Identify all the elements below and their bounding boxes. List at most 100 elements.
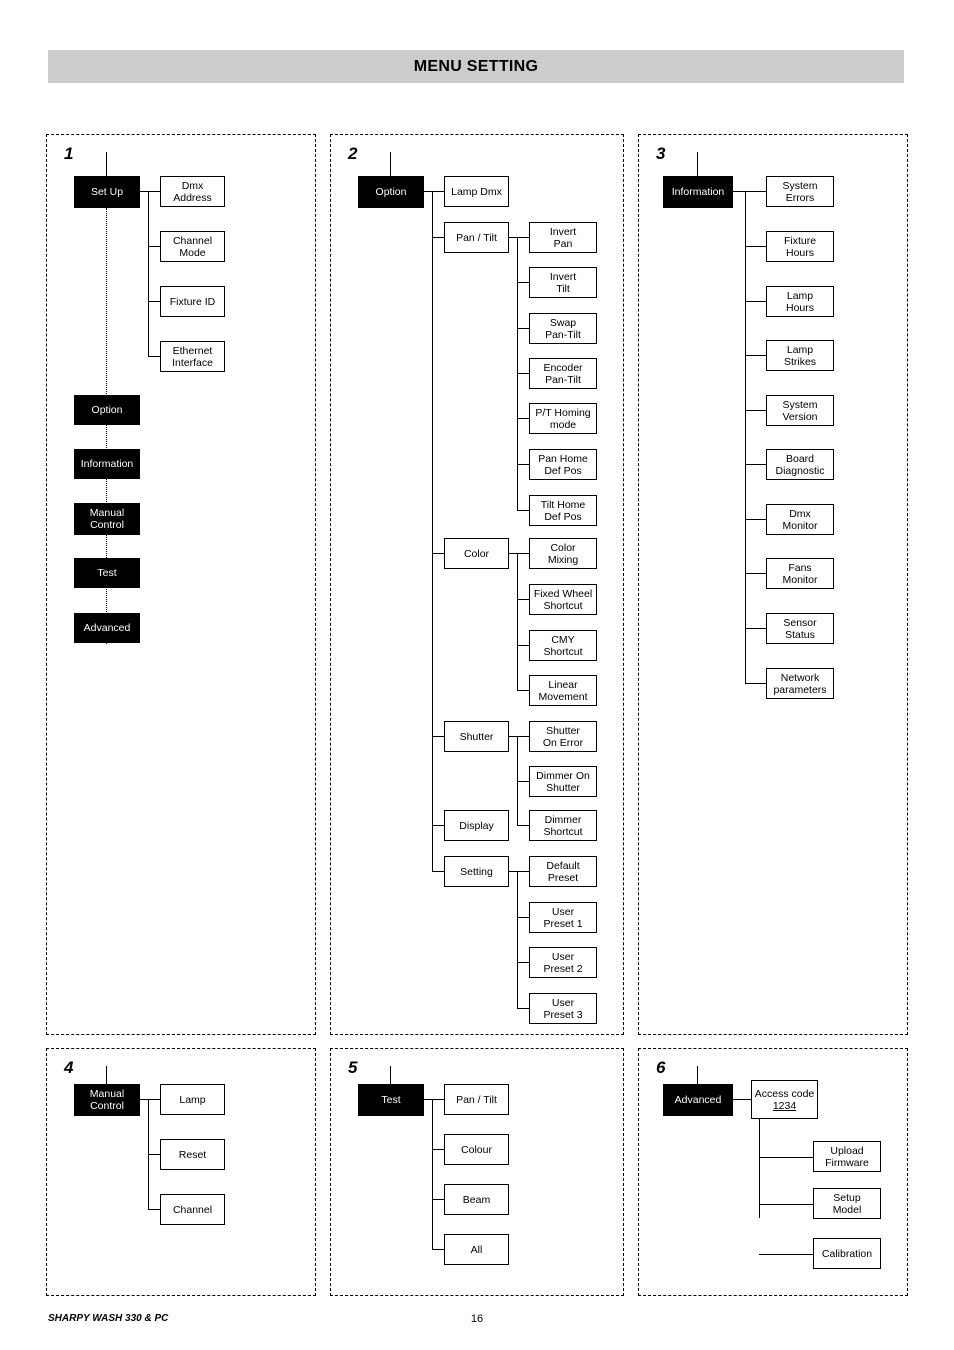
node-manual-control-root[interactable]: Manual Control <box>74 1084 140 1116</box>
node-channel-mode[interactable]: Channel Mode <box>160 231 225 262</box>
node-set-up[interactable]: Set Up <box>74 176 140 208</box>
node-setting[interactable]: Setting <box>444 856 509 887</box>
node-default-preset[interactable]: Default Preset <box>529 856 597 887</box>
node-reset[interactable]: Reset <box>160 1139 225 1170</box>
pan-tilt-branch-5 <box>517 418 529 419</box>
node-tilt-home-def-pos[interactable]: Tilt Home Def Pos <box>529 495 597 526</box>
node-lamp-hours[interactable]: Lamp Hours <box>766 286 834 317</box>
node-fixture-hours[interactable]: Fixture Hours <box>766 231 834 262</box>
node-display[interactable]: Display <box>444 810 509 841</box>
node-dmx-monitor[interactable]: Dmx Monitor <box>766 504 834 535</box>
color-branch-1 <box>517 553 529 554</box>
panel-1-number: 1 <box>64 144 74 163</box>
panel-3-root-stem <box>697 152 698 177</box>
page-title: MENU SETTING <box>413 57 539 75</box>
pan-tilt-branch-4 <box>517 373 529 374</box>
panel-3-branch-8 <box>745 573 766 574</box>
access-code-value: 1234 <box>772 1099 797 1112</box>
node-test-colour[interactable]: Colour <box>444 1134 509 1165</box>
node-access-code[interactable]: Access code 1234 <box>751 1080 818 1119</box>
panel-2-branch-pan-tilt <box>432 237 444 238</box>
panel-6-branch-2 <box>759 1204 813 1205</box>
panel-1-root-stem <box>106 152 107 177</box>
node-encoder-pan-tilt[interactable]: Encoder Pan-Tilt <box>529 358 597 389</box>
setting-spine <box>517 871 518 1008</box>
node-option-root[interactable]: Option <box>358 176 424 208</box>
node-user-preset-2[interactable]: User Preset 2 <box>529 947 597 978</box>
setting-branch-1 <box>517 871 529 872</box>
panel-4-branch-1 <box>148 1099 160 1100</box>
node-network-parameters[interactable]: Network parameters <box>766 668 834 699</box>
panel-5-branch-3 <box>432 1199 444 1200</box>
node-test-root[interactable]: Test <box>358 1084 424 1116</box>
node-pt-homing-mode[interactable]: P/T Homing mode <box>529 403 597 434</box>
panel-5-branch-1 <box>432 1099 444 1100</box>
panel-3-number: 3 <box>656 144 666 163</box>
setting-branch-4 <box>517 1008 529 1009</box>
node-color[interactable]: Color <box>444 538 509 569</box>
node-swap-pan-tilt[interactable]: Swap Pan-Tilt <box>529 313 597 344</box>
panel-2-branch-setting <box>432 871 444 872</box>
node-ethernet-interface[interactable]: Ethernet Interface <box>160 341 225 372</box>
node-user-preset-3[interactable]: User Preset 3 <box>529 993 597 1024</box>
node-user-preset-1[interactable]: User Preset 1 <box>529 902 597 933</box>
node-dimmer-shortcut[interactable]: Dimmer Shortcut <box>529 810 597 841</box>
node-lamp[interactable]: Lamp <box>160 1084 225 1115</box>
panel-3-branch-7 <box>745 519 766 520</box>
panel-5-branch-2 <box>432 1149 444 1150</box>
node-setup-model[interactable]: Setup Model <box>813 1188 881 1219</box>
node-invert-pan[interactable]: Invert Pan <box>529 222 597 253</box>
node-calibration[interactable]: Calibration <box>813 1238 881 1269</box>
node-pan-home-def-pos[interactable]: Pan Home Def Pos <box>529 449 597 480</box>
node-manual-control-main[interactable]: Manual Control <box>74 503 140 535</box>
node-fixture-id[interactable]: Fixture ID <box>160 286 225 317</box>
panel-3-branch-4 <box>745 355 766 356</box>
node-linear-movement[interactable]: Linear Movement <box>529 675 597 706</box>
node-information-main[interactable]: Information <box>74 449 140 479</box>
node-channel[interactable]: Channel <box>160 1194 225 1225</box>
panel-2-number: 2 <box>348 144 358 163</box>
panel-5-root-stem <box>390 1066 391 1084</box>
node-shutter[interactable]: Shutter <box>444 721 509 752</box>
node-system-errors[interactable]: System Errors <box>766 176 834 207</box>
node-upload-firmware[interactable]: Upload Firmware <box>813 1141 881 1172</box>
panel-6-root-stem <box>697 1066 698 1084</box>
panel-6-connector <box>733 1099 751 1100</box>
panel-6-branch-3 <box>759 1254 813 1255</box>
pan-tilt-branch-7 <box>517 510 529 511</box>
panel-3-branch-3 <box>745 301 766 302</box>
node-shutter-on-error[interactable]: Shutter On Error <box>529 721 597 752</box>
node-fans-monitor[interactable]: Fans Monitor <box>766 558 834 589</box>
panel-1-branch-1 <box>148 191 160 192</box>
node-advanced-root[interactable]: Advanced <box>663 1084 733 1116</box>
node-option-main[interactable]: Option <box>74 395 140 425</box>
node-test-all[interactable]: All <box>444 1234 509 1265</box>
node-lamp-strikes[interactable]: Lamp Strikes <box>766 340 834 371</box>
node-system-version[interactable]: System Version <box>766 395 834 426</box>
panel-2-root-stem <box>390 152 391 177</box>
panel-2-branch-lamp-dmx <box>432 191 444 192</box>
pan-tilt-branch-2 <box>517 282 529 283</box>
node-fixed-wheel-shortcut[interactable]: Fixed Wheel Shortcut <box>529 584 597 615</box>
node-dmx-address[interactable]: Dmx Address <box>160 176 225 207</box>
color-spine <box>517 553 518 690</box>
panel-1-branch-4 <box>148 356 160 357</box>
node-cmy-shortcut[interactable]: CMY Shortcut <box>529 630 597 661</box>
node-invert-tilt[interactable]: Invert Tilt <box>529 267 597 298</box>
node-advanced-main[interactable]: Advanced <box>74 613 140 643</box>
footer-page-number: 16 <box>470 1313 484 1325</box>
node-test-main[interactable]: Test <box>74 558 140 588</box>
node-sensor-status[interactable]: Sensor Status <box>766 613 834 644</box>
panel-3-branch-10 <box>745 683 766 684</box>
node-pan-tilt[interactable]: Pan / Tilt <box>444 222 509 253</box>
node-test-beam[interactable]: Beam <box>444 1184 509 1215</box>
page-header-bar: MENU SETTING <box>48 50 904 83</box>
node-color-mixing[interactable]: Color Mixing <box>529 538 597 569</box>
node-board-diagnostic[interactable]: Board Diagnostic <box>766 449 834 480</box>
panel-4-root-stem <box>106 1066 107 1084</box>
node-dimmer-on-shutter[interactable]: Dimmer On Shutter <box>529 766 597 797</box>
node-information-root[interactable]: Information <box>663 176 733 208</box>
node-lamp-dmx[interactable]: Lamp Dmx <box>444 176 509 207</box>
pan-tilt-branch-3 <box>517 328 529 329</box>
node-test-pan-tilt[interactable]: Pan / Tilt <box>444 1084 509 1115</box>
